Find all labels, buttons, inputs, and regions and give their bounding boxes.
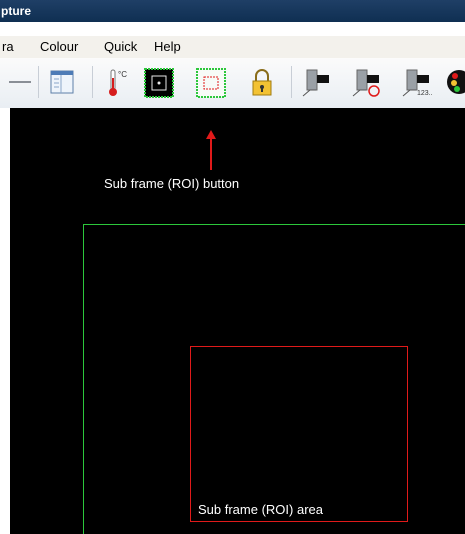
roi-area-outline[interactable] <box>190 346 408 522</box>
window-title-bar: pture <box>0 0 465 22</box>
thermometer-label: °C <box>118 70 127 79</box>
camera-refresh-icon[interactable] <box>352 66 380 98</box>
toolbar-separator <box>291 66 292 98</box>
menu-help[interactable]: Help <box>154 36 181 58</box>
thermometer-icon[interactable]: °C <box>104 66 132 98</box>
lock-icon[interactable] <box>248 66 276 98</box>
window-title: pture <box>1 4 31 18</box>
roi-area-caption: Sub frame (ROI) area <box>198 502 323 517</box>
toolbar-separator <box>92 66 93 98</box>
traffic-light-icon[interactable] <box>446 66 465 98</box>
callout-arrow <box>204 130 218 170</box>
menu-camera[interactable]: ra <box>2 36 14 58</box>
window-layout-icon[interactable] <box>48 66 76 98</box>
full-frame-icon[interactable] <box>144 66 174 98</box>
menu-quick[interactable]: Quick <box>104 36 137 58</box>
menu-colour[interactable]: Colour <box>40 36 78 58</box>
camera-sequence-icon[interactable]: 123.. <box>402 66 433 98</box>
camera-capture-icon[interactable] <box>302 66 330 98</box>
sequence-label: 123.. <box>417 90 433 97</box>
minimize-bar-icon[interactable] <box>6 66 34 98</box>
sub-frame-roi-icon[interactable] <box>196 66 226 98</box>
menu-bar: ra Colour Quick Help <box>0 36 465 58</box>
canvas-margin <box>0 108 10 534</box>
toolbar-separator <box>38 66 39 98</box>
roi-button-caption: Sub frame (ROI) button <box>104 176 240 191</box>
toolbar: °C 123.. <box>0 58 465 109</box>
